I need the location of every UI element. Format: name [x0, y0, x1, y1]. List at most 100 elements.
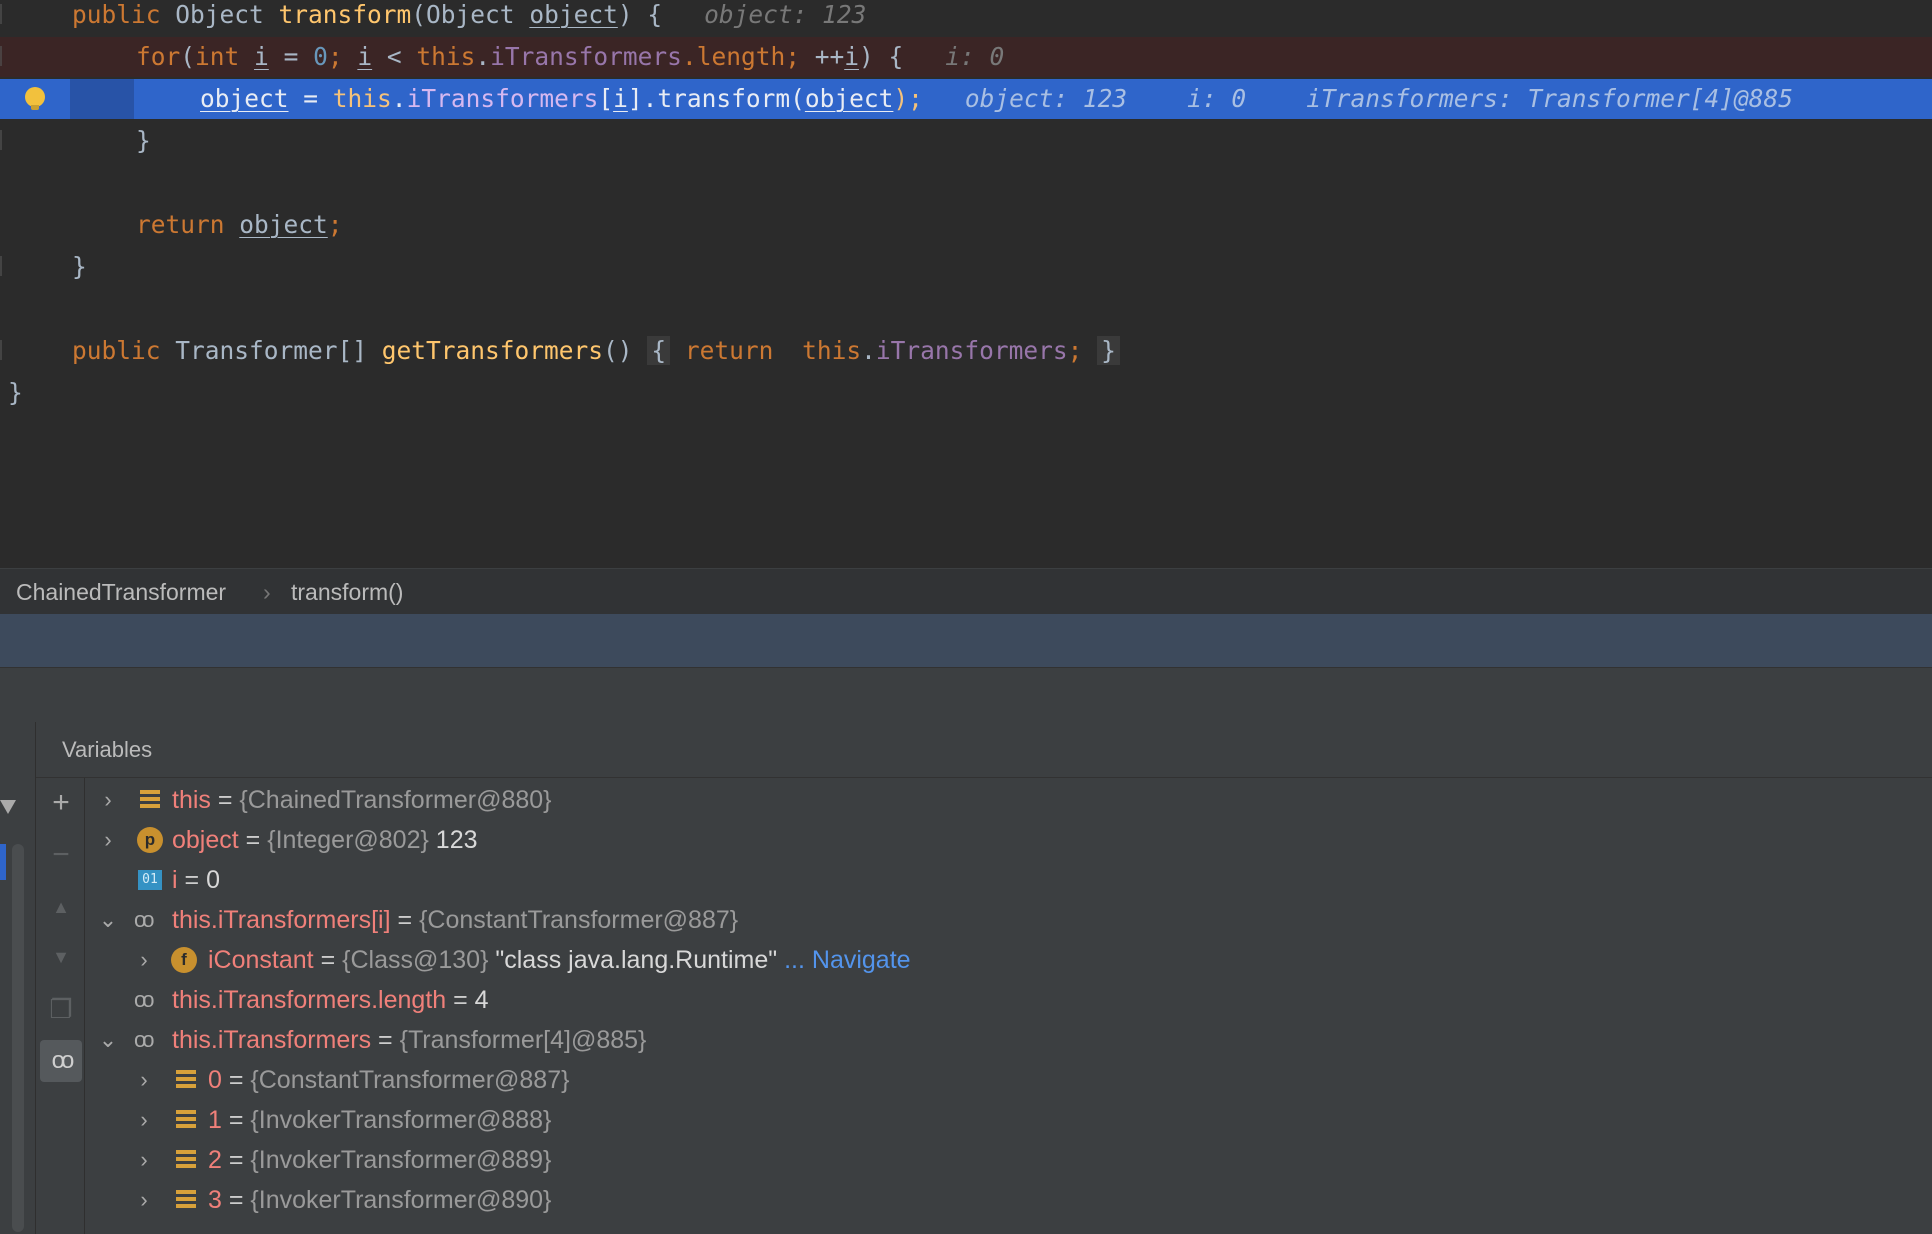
code-line-7[interactable]: } — [0, 247, 1932, 287]
debug-tabs-strip — [0, 667, 1932, 724]
copy-icon[interactable]: ❐ — [40, 988, 82, 1030]
equals-sign: = — [210, 786, 240, 814]
code-line-9[interactable]: public Transformer[] getTransformers() {… — [0, 331, 1932, 371]
variable-type: {ConstantTransformer@887} — [419, 906, 739, 934]
watch-row[interactable]: oo this.iTransformers.length = 4 — [84, 980, 1932, 1020]
watches-toggle-icon[interactable]: oo — [40, 1040, 82, 1082]
lightbulb-icon[interactable] — [25, 87, 45, 110]
filter-icon[interactable] — [0, 800, 16, 814]
scrollbar[interactable] — [12, 844, 24, 1232]
expand-chevron-icon[interactable]: › — [134, 1100, 154, 1140]
variable-name: this.iTransformers — [172, 1026, 372, 1054]
expand-chevron-icon[interactable]: › — [134, 940, 154, 980]
variable-type: {Transformer[4]@885} — [399, 1026, 647, 1054]
variable-type: {Class@130} — [342, 946, 489, 974]
field-list-icon — [140, 790, 160, 810]
expand-chevron-icon[interactable]: › — [134, 1060, 154, 1100]
array-element-row[interactable]: › 3 = {InvokerTransformer@890} — [84, 1180, 1932, 1220]
inline-value-hint: i: 0 — [1187, 84, 1247, 113]
variable-name: 2 — [208, 1146, 222, 1174]
code-editor[interactable]: public Object transform(Object object) {… — [0, 0, 1932, 568]
collapse-chevron-icon[interactable]: ⌄ — [98, 900, 118, 940]
code-text: ) { — [858, 42, 904, 71]
code-line-2[interactable]: for(int i = 0; i < this.iTransformers.le… — [0, 37, 1932, 77]
keyword-this: this — [416, 42, 476, 71]
equals-sign: = — [221, 1066, 251, 1094]
code-text: . — [391, 84, 407, 113]
type-name: Object — [175, 0, 279, 29]
field-list-icon — [176, 1190, 196, 1210]
variables-tree[interactable]: › this = {ChainedTransformer@880} › p ob… — [84, 778, 1932, 1234]
equals-sign: = — [221, 1186, 251, 1214]
keyword-this: this — [802, 336, 862, 365]
inline-value-hint: iTransformers: Transformer[4]@885 — [1306, 84, 1793, 113]
code-line-4[interactable]: } — [0, 121, 1932, 161]
variable-type: {ChainedTransformer@880} — [239, 786, 552, 814]
variable-row[interactable]: › p object = {Integer@802} 123 — [84, 820, 1932, 860]
watch-row[interactable]: ⌄ oo this.iTransformers = {Transformer[4… — [84, 1020, 1932, 1060]
code-line-1[interactable]: public Object transform(Object object) {… — [0, 0, 1932, 35]
fold-marker[interactable] — [0, 340, 7, 360]
variables-toolbar: + − ▲ ▼ ❐ oo — [36, 778, 85, 1234]
variable-value: "class java.lang.Runtime" — [488, 946, 778, 974]
fold-marker[interactable] — [0, 4, 7, 24]
equals-sign: = — [221, 1146, 251, 1174]
code-line-6[interactable]: return object; — [0, 205, 1932, 245]
code-line-3-execution-point[interactable]: object = this.iTransformers[i].transform… — [0, 79, 1932, 119]
code-text: ; — [1067, 336, 1098, 365]
fold-marker[interactable] — [0, 46, 7, 66]
selected-frame-marker — [0, 844, 6, 880]
breadcrumb-method[interactable]: transform() — [291, 569, 403, 615]
var-object: object — [804, 84, 894, 113]
code-text: ].transform( — [627, 84, 805, 113]
array-element-row[interactable]: › 1 = {InvokerTransformer@888} — [84, 1100, 1932, 1140]
move-down-icon[interactable]: ▼ — [40, 936, 82, 978]
variable-row[interactable]: › f iConstant = {Class@130} "class java.… — [84, 940, 1932, 980]
keyword-int: int — [195, 42, 255, 71]
watch-glasses-icon: oo — [134, 1027, 155, 1052]
watch-glasses-icon: oo — [134, 987, 155, 1012]
watch-row[interactable]: ⌄ oo this.iTransformers[i] = {ConstantTr… — [84, 900, 1932, 940]
array-element-row[interactable]: › 0 = {ConstantTransformer@887} — [84, 1060, 1932, 1100]
collapse-chevron-icon[interactable]: ⌄ — [98, 1020, 118, 1060]
equals-sign: = — [221, 1106, 251, 1134]
move-up-icon[interactable]: ▲ — [40, 886, 82, 928]
equals-sign: = — [238, 826, 268, 854]
add-watch-icon[interactable]: + — [40, 782, 82, 824]
closing-brace: } — [8, 378, 23, 407]
final-field-icon: f — [171, 947, 197, 973]
var-i: i — [357, 42, 373, 71]
equals-sign: = — [446, 986, 475, 1014]
expand-chevron-icon[interactable]: › — [98, 780, 118, 820]
variable-type: {Integer@802} — [267, 826, 429, 854]
param-object: object — [529, 0, 618, 29]
method-name: getTransformers — [381, 336, 604, 365]
var-object: object — [239, 210, 328, 239]
remove-watch-icon[interactable]: − — [40, 834, 82, 876]
navigate-link[interactable]: ... Navigate — [777, 946, 910, 974]
expand-chevron-icon[interactable]: › — [98, 820, 118, 860]
variable-row[interactable]: › this = {ChainedTransformer@880} — [84, 780, 1932, 820]
folded-brace[interactable]: { — [647, 336, 671, 365]
fold-marker[interactable] — [0, 256, 7, 276]
folded-brace[interactable]: } — [1097, 336, 1120, 365]
code-line-10[interactable]: } — [0, 373, 1932, 413]
variable-type: {InvokerTransformer@890} — [250, 1186, 552, 1214]
var-i: i — [844, 42, 859, 71]
code-text: () — [603, 336, 648, 365]
variable-value: 4 — [474, 986, 489, 1014]
variables-title: Variables — [36, 722, 1932, 778]
variable-name: iConstant — [208, 946, 314, 974]
code-text: ++ — [814, 42, 845, 71]
code-text: ; — [327, 210, 343, 239]
code-text: . — [861, 336, 876, 365]
breadcrumb-class[interactable]: ChainedTransformer — [16, 569, 226, 615]
variable-row[interactable]: 01 i = 0 — [84, 860, 1932, 900]
brace: ) { — [617, 0, 663, 29]
expand-chevron-icon[interactable]: › — [134, 1180, 154, 1220]
expand-chevron-icon[interactable]: › — [134, 1140, 154, 1180]
variable-name: this.iTransformers[i] — [172, 906, 391, 934]
array-element-row[interactable]: › 2 = {InvokerTransformer@889} — [84, 1140, 1932, 1180]
keyword-return: return — [136, 210, 240, 239]
fold-marker[interactable] — [0, 130, 7, 150]
